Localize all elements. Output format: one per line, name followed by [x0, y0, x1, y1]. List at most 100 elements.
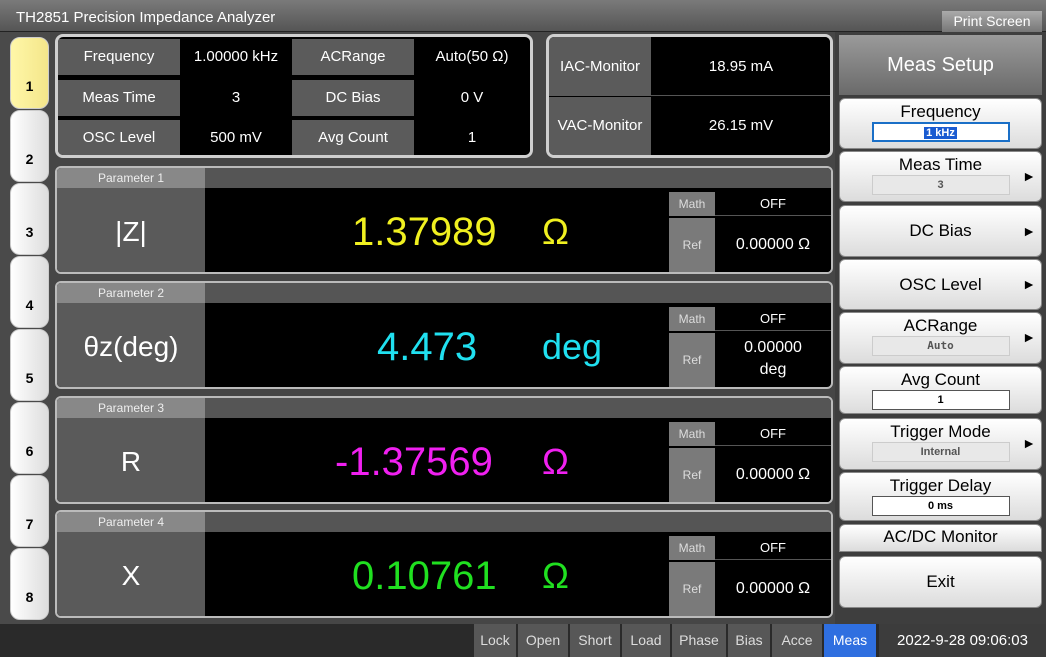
parameter-panel-1: Parameter 1 |Z| 1.37989 Ω Math OFF Ref 0…: [55, 166, 833, 274]
status-bar: Lock Open Short Load Phase Bias Acce Mea…: [0, 624, 1046, 657]
tab-label: 3: [25, 224, 34, 240]
dc-bias-button-label: DC Bias: [909, 221, 972, 240]
parameter-name[interactable]: R: [57, 418, 205, 502]
print-screen-button[interactable]: Print Screen: [942, 11, 1042, 32]
avg-count-input[interactable]: 1: [871, 390, 1010, 410]
math-value[interactable]: OFF: [715, 307, 831, 331]
parameter-panel-4: Parameter 4 X 0.10761 Ω Math OFF Ref 0.0…: [55, 510, 833, 618]
parameter-value: -1.37569: [335, 440, 493, 484]
avg-count-button[interactable]: Avg Count 1: [839, 366, 1042, 414]
left-tab-column: 1 2 3 4 5 6 7 8: [0, 32, 50, 624]
iac-monitor-value: 18.95 mA: [651, 37, 830, 96]
dc-bias-value: 0 V: [414, 80, 530, 116]
arrow-right-icon: ►: [1022, 276, 1036, 292]
ref-value-unit: deg: [759, 361, 787, 378]
parameter-name[interactable]: |Z|: [57, 188, 205, 272]
tab-label: 1: [25, 78, 34, 94]
trigger-mode-button[interactable]: Trigger Mode Internal ►: [839, 418, 1042, 470]
arrow-right-icon: ►: [1022, 435, 1036, 451]
parameter-header: Parameter 4: [57, 512, 831, 532]
status-open: Open: [518, 624, 568, 657]
tab-6[interactable]: 6: [10, 402, 49, 474]
tab-label: 5: [25, 370, 34, 386]
title-bar: TH2851 Precision Impedance Analyzer Prin…: [0, 0, 1046, 32]
parameter-header: Parameter 1: [57, 168, 831, 188]
acrange-button[interactable]: ACRange Auto ►: [839, 312, 1042, 364]
math-label: Math: [669, 307, 715, 331]
acrange-value: Auto(50 Ω): [414, 39, 530, 75]
ref-value[interactable]: 0.00000 Ω: [715, 448, 831, 502]
ref-value-number: 0.00000: [744, 339, 802, 356]
soft-menu: Meas Setup Frequency 1 kHz Meas Time 3 ►…: [835, 32, 1046, 624]
status-phase: Phase: [672, 624, 726, 657]
parameter-header-label: Parameter 4: [57, 512, 205, 532]
parameter-header: Parameter 2: [57, 283, 831, 303]
parameter-panel-2: Parameter 2 θz(deg) 4.473 deg Math OFF R…: [55, 281, 833, 389]
trigger-delay-button-label: Trigger Delay: [889, 476, 992, 495]
parameter-name[interactable]: X: [57, 532, 205, 616]
datetime-display: 2022-9-28 09:06:03: [879, 624, 1046, 657]
parameter-header: Parameter 3: [57, 398, 831, 418]
trigger-delay-button[interactable]: Trigger Delay 0 ms: [839, 472, 1042, 521]
status-bias: Bias: [728, 624, 770, 657]
meas-time-field: 3: [871, 175, 1010, 195]
ref-value[interactable]: 0.00000 Ω: [715, 562, 831, 616]
vac-monitor-value: 26.15 mV: [651, 97, 830, 155]
parameter-header-label: Parameter 3: [57, 398, 205, 418]
settings-summary-panel: Frequency 1.00000 kHz ACRange Auto(50 Ω)…: [55, 34, 533, 158]
parameter-header-label: Parameter 1: [57, 168, 205, 188]
tab-8[interactable]: 8: [10, 548, 49, 620]
status-lock: Lock: [474, 624, 516, 657]
trigger-delay-input[interactable]: 0 ms: [871, 496, 1010, 516]
monitor-panel: IAC-Monitor 18.95 mA VAC-Monitor 26.15 m…: [546, 34, 833, 158]
parameter-header-label: Parameter 2: [57, 283, 205, 303]
tab-label: 8: [25, 589, 34, 605]
trigger-mode-button-label: Trigger Mode: [890, 422, 991, 441]
acrange-button-label: ACRange: [903, 316, 978, 335]
frequency-input[interactable]: 1 kHz: [871, 122, 1010, 142]
math-value[interactable]: OFF: [715, 422, 831, 446]
meas-time-label: Meas Time: [58, 80, 180, 116]
parameter-value: 0.10761: [352, 554, 497, 598]
ref-value[interactable]: 0.00000 deg: [715, 337, 831, 383]
parameter-value: 4.473: [377, 325, 478, 369]
math-label: Math: [669, 192, 715, 216]
math-value[interactable]: OFF: [715, 192, 831, 216]
meas-time-button[interactable]: Meas Time 3 ►: [839, 151, 1042, 202]
dc-bias-button[interactable]: DC Bias ►: [839, 205, 1042, 257]
tab-7[interactable]: 7: [10, 475, 49, 547]
frequency-value: 1.00000 kHz: [180, 39, 292, 75]
acdc-monitor-button[interactable]: AC/DC Monitor: [839, 524, 1042, 552]
parameter-value: 1.37989: [352, 210, 497, 254]
parameter-panel-3: Parameter 3 R -1.37569 Ω Math OFF Ref 0.…: [55, 396, 833, 504]
tab-1[interactable]: 1: [10, 37, 49, 109]
tab-3[interactable]: 3: [10, 183, 49, 255]
frequency-button-label: Frequency: [900, 102, 981, 121]
app-title: TH2851 Precision Impedance Analyzer: [16, 9, 276, 26]
ref-value[interactable]: 0.00000 Ω: [715, 218, 831, 272]
status-meas: Meas: [824, 624, 876, 657]
math-value[interactable]: OFF: [715, 536, 831, 560]
frequency-button[interactable]: Frequency 1 kHz: [839, 98, 1042, 149]
acrange-label: ACRange: [292, 39, 414, 75]
tab-2[interactable]: 2: [10, 110, 49, 182]
meas-time-button-label: Meas Time: [898, 155, 983, 174]
tab-label: 2: [25, 151, 34, 167]
parameter-name[interactable]: θz(deg): [57, 303, 205, 387]
tab-label: 6: [25, 443, 34, 459]
ref-label: Ref: [669, 562, 715, 616]
status-acce: Acce: [772, 624, 822, 657]
tab-5[interactable]: 5: [10, 329, 49, 401]
math-label: Math: [669, 422, 715, 446]
vac-monitor-label: VAC-Monitor: [549, 97, 651, 155]
arrow-right-icon: ►: [1022, 168, 1036, 184]
osc-level-button[interactable]: OSC Level ►: [839, 259, 1042, 310]
tab-4[interactable]: 4: [10, 256, 49, 328]
exit-button-label: Exit: [926, 572, 955, 591]
osc-level-label: OSC Level: [58, 120, 180, 155]
avg-count-button-label: Avg Count: [900, 370, 981, 389]
avg-count-label: Avg Count: [292, 120, 414, 155]
parameter-unit: Ω: [542, 555, 569, 596]
frequency-label: Frequency: [58, 39, 180, 75]
exit-button[interactable]: Exit: [839, 556, 1042, 608]
